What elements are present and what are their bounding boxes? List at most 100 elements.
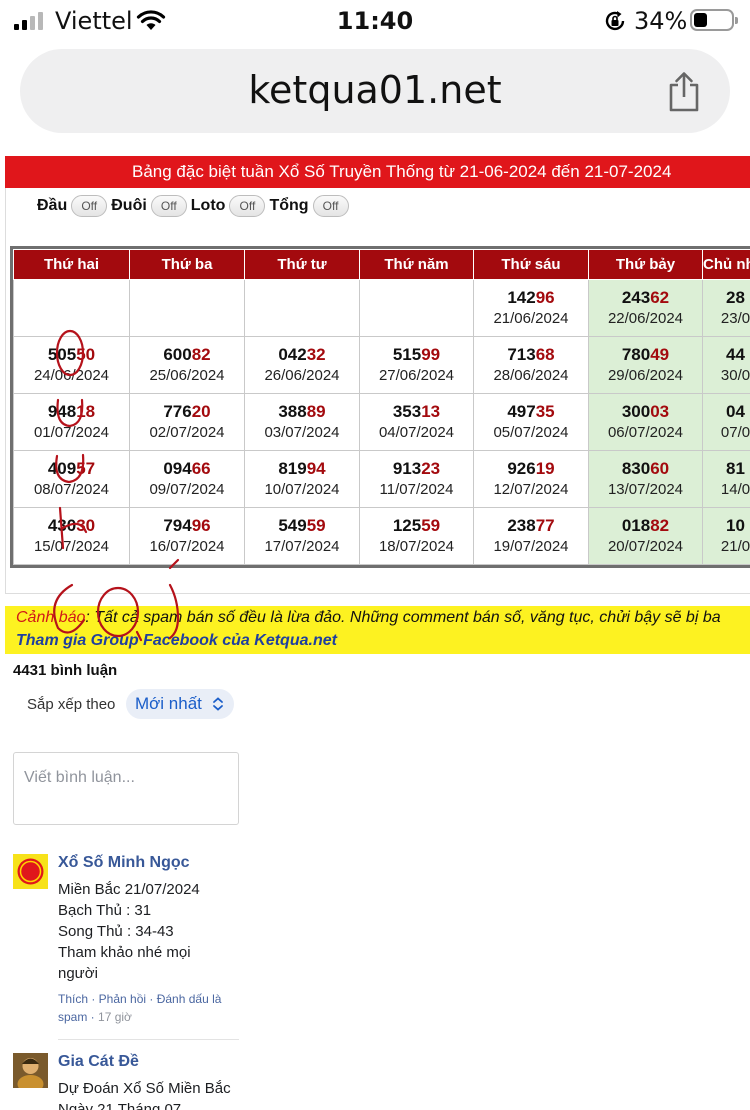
sort-value: Mới nhất xyxy=(135,694,202,713)
avatar[interactable] xyxy=(13,854,48,889)
result-number: 94818 xyxy=(15,401,129,423)
result-number: 10 xyxy=(704,515,750,537)
result-number-head: 819 xyxy=(278,459,307,478)
result-date: 17/07/2024 xyxy=(264,538,340,555)
result-cell: 91323 11/07/2024 xyxy=(359,450,474,508)
result-date: 04/07/2024 xyxy=(378,424,455,441)
result-cell: 38889 03/07/2024 xyxy=(244,393,360,451)
results-banner: Bảng đặc biệt tuần Xổ Số Truyền Thống từ… xyxy=(5,156,750,188)
avatar[interactable] xyxy=(13,1053,48,1088)
result-cell: 04232 26/06/2024 xyxy=(244,336,360,394)
result-date: 14/0 xyxy=(720,481,750,498)
sort-dropdown[interactable]: Mới nhất xyxy=(126,689,234,719)
comment-input[interactable] xyxy=(13,752,239,825)
result-number-head: 28 xyxy=(726,288,745,307)
warning-strip: Cảnh báo: Tất cả spam bán số đều là lừa … xyxy=(5,606,750,654)
table-header-cell: Thứ sáu xyxy=(473,249,589,280)
result-number: 24362 xyxy=(590,287,702,309)
result-date: 03/07/2024 xyxy=(264,424,340,441)
result-date: 30/0 xyxy=(720,367,750,384)
result-date: 28/06/2024 xyxy=(493,367,569,384)
result-number-head: 44 xyxy=(726,345,745,364)
comment-author[interactable]: Gia Cát Đề xyxy=(58,1053,139,1071)
table-row: 14296 21/06/2024 24362 22/06/2024 28 23/0 xyxy=(13,279,750,337)
toggle-loto[interactable]: Off xyxy=(229,195,266,217)
table-row: 43030 15/07/2024 79496 16/07/2024 54959 17/07… xyxy=(13,507,750,565)
result-number-tail: 94 xyxy=(306,459,326,478)
result-number-tail: 57 xyxy=(76,459,96,478)
results-table: Thứ hai Thứ ba Thứ tư Thứ năm Thứ sáu Thứ bảy… xyxy=(13,249,750,565)
result-number-tail: 66 xyxy=(191,459,211,478)
table-header-cell: Thứ hai xyxy=(13,249,130,280)
result-cell: 43030 15/07/2024 xyxy=(13,507,130,565)
result-number-tail: 35 xyxy=(535,402,555,421)
result-number-tail: 68 xyxy=(535,345,555,364)
table-header-row: Thứ hai Thứ ba Thứ tư Thứ năm Thứ sáu Thứ bảy… xyxy=(13,249,750,280)
result-cell: 79496 16/07/2024 xyxy=(129,507,245,565)
result-number: 81 xyxy=(704,458,750,480)
result-date: 09/07/2024 xyxy=(149,481,225,498)
result-cell: 01882 20/07/2024 xyxy=(588,507,703,565)
comment-count: 4431 bình luận xyxy=(13,662,118,679)
toggle-duoi[interactable]: Off xyxy=(150,195,187,217)
result-cell: 23877 19/07/2024 xyxy=(473,507,589,565)
result-date: 11/07/2024 xyxy=(379,481,454,498)
result-date: 08/07/2024 xyxy=(33,481,110,498)
result-number: 49735 xyxy=(475,401,588,423)
result-number: 81994 xyxy=(246,458,359,480)
comment-action-links[interactable]: Thích · Phản hồi · Đánh dấu là spam xyxy=(58,992,221,1024)
result-date: 06/07/2024 xyxy=(607,424,684,441)
comment-divider xyxy=(58,1039,239,1040)
result-number-head: 794 xyxy=(163,516,192,535)
table-header-cell: Thứ ba xyxy=(129,249,245,280)
result-cell: 28 23/0 xyxy=(702,279,750,337)
result-number: 04 xyxy=(704,401,750,423)
result-number-head: 515 xyxy=(392,345,422,364)
result-date: 22/06/2024 xyxy=(607,310,684,327)
result-number-tail: 23 xyxy=(421,459,441,478)
result-number-head: 018 xyxy=(621,516,651,535)
address-bar[interactable]: ketqua01.net xyxy=(20,49,730,133)
result-number-tail: 20 xyxy=(191,402,211,421)
comment-author[interactable]: Xổ Số Minh Ngọc xyxy=(58,854,190,872)
result-cell: 10 21/0 xyxy=(702,507,750,565)
battery-icon xyxy=(690,9,738,31)
result-number-tail: 30 xyxy=(76,516,96,535)
table-body: 14296 21/06/2024 24362 22/06/2024 28 23/0 5055… xyxy=(13,279,750,565)
result-cell: 50550 24/06/2024 xyxy=(13,336,130,394)
result-number-tail: 60 xyxy=(650,459,670,478)
result-number: 92619 xyxy=(475,458,588,480)
result-date: 20/07/2024 xyxy=(607,538,684,555)
result-number-head: 549 xyxy=(278,516,307,535)
result-number-head: 713 xyxy=(507,345,536,364)
result-number: 14296 xyxy=(475,287,588,309)
toggle-tong[interactable]: Off xyxy=(312,195,349,217)
result-number: 50550 xyxy=(15,344,129,366)
table-header-cell: Thứ bảy xyxy=(588,249,703,280)
result-number: 12559 xyxy=(361,515,473,537)
result-number-head: 04 xyxy=(726,402,745,421)
result-date: 07/0 xyxy=(720,424,750,441)
result-date: 16/07/2024 xyxy=(149,538,225,555)
result-cell: 54959 17/07/2024 xyxy=(244,507,360,565)
result-number: 30003 xyxy=(590,401,702,423)
result-cell: 94818 01/07/2024 xyxy=(13,393,130,451)
result-cell: 12559 18/07/2024 xyxy=(359,507,474,565)
comment-line: Dự Đoán Xổ Số Miền Bắc xyxy=(58,1080,231,1097)
result-date: 21/06/2024 xyxy=(493,310,569,327)
result-number: 79496 xyxy=(131,515,244,537)
table-row: 94818 01/07/2024 77620 02/07/2024 38889 03/07… xyxy=(13,393,750,451)
result-cell: 78049 29/06/2024 xyxy=(588,336,703,394)
filter-label-duoi: Đuôi xyxy=(111,197,147,214)
result-date: 02/07/2024 xyxy=(149,424,225,441)
facebook-group-link[interactable]: Tham gia Group Facebook của Ketqua.net xyxy=(16,630,750,652)
result-number-head: 497 xyxy=(507,402,536,421)
toggle-dau[interactable]: Off xyxy=(71,195,108,217)
result-cell: 92619 12/07/2024 xyxy=(473,450,589,508)
result-number: 35313 xyxy=(361,401,473,423)
comment-actions[interactable]: Thích · Phản hồi · Đánh dấu là spam · 17… xyxy=(58,990,248,1026)
result-date: 15/07/2024 xyxy=(33,538,110,555)
warning-message: : Tất cả spam bán số đều là lừa đảo. Nhữ… xyxy=(85,609,721,626)
result-number-tail: 62 xyxy=(650,288,670,307)
share-icon[interactable] xyxy=(666,71,702,113)
